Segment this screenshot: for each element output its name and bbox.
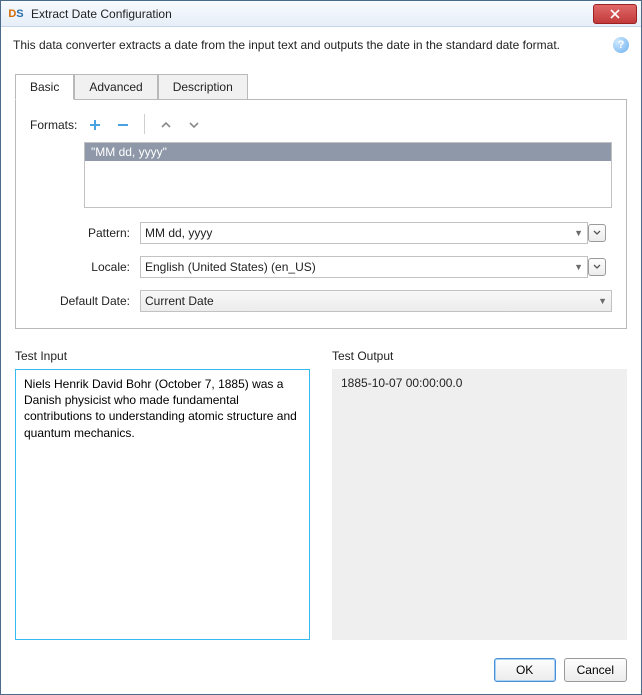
tab-body-basic: Formats: [15,99,627,329]
pattern-options-button[interactable] [588,224,606,242]
close-button[interactable] [593,4,637,24]
list-item[interactable]: "MM dd, yyyy" [85,143,611,161]
main-area: Basic Advanced Description Formats: [1,67,641,650]
test-input-textarea[interactable] [15,369,310,640]
chevron-down-icon: ▼ [598,296,607,306]
test-output-label: Test Output [332,349,627,363]
dialog-window: DS Extract Date Configuration This data … [0,0,642,695]
help-icon: ? [618,39,625,51]
window-title: Extract Date Configuration [31,7,593,21]
locale-value: English (United States) (en_US) [145,260,574,274]
dialog-button-row: OK Cancel [1,650,641,694]
default-date-value: Current Date [145,294,598,308]
formats-row: Formats: [30,114,612,136]
chevron-up-icon [160,119,172,131]
help-button[interactable]: ? [613,37,629,53]
description-text: This data converter extracts a date from… [13,38,613,52]
formats-list[interactable]: "MM dd, yyyy" [84,142,612,208]
app-icon-d: D [8,8,16,20]
app-icon: DS [7,6,25,22]
locale-combo[interactable]: English (United States) (en_US) ▼ [140,256,588,278]
tab-label: Advanced [89,80,142,94]
titlebar: DS Extract Date Configuration [1,1,641,27]
chevron-down-icon: ▼ [574,262,583,272]
move-up-button[interactable] [155,114,177,136]
chevron-down-icon: ▼ [574,228,583,238]
pattern-label: Pattern: [30,226,140,240]
plus-icon [89,119,101,131]
add-format-button[interactable] [84,114,106,136]
ok-button-label: OK [516,663,533,677]
move-down-button[interactable] [183,114,205,136]
default-date-label: Default Date: [30,294,140,308]
description-row: This data converter extracts a date from… [1,27,641,67]
tab-label: Description [173,80,233,94]
config-form: Pattern: MM dd, yyyy ▼ Locale: English (… [30,222,612,312]
test-input-panel: Test Input [15,349,310,640]
locale-label: Locale: [30,260,140,274]
chevron-down-icon [593,229,601,237]
app-icon-s: S [16,8,23,20]
default-date-combo[interactable]: Current Date ▼ [140,290,612,312]
cancel-button-label: Cancel [577,663,614,677]
cancel-button[interactable]: Cancel [564,658,627,682]
tab-label: Basic [30,80,59,94]
test-output-value: 1885-10-07 00:00:00.0 [341,376,462,390]
tab-strip: Basic Advanced Description [15,73,627,99]
test-output-box: 1885-10-07 00:00:00.0 [332,369,627,640]
tab-basic[interactable]: Basic [15,74,74,100]
locale-options-button[interactable] [588,258,606,276]
toolbar-separator [144,114,145,134]
test-input-label: Test Input [15,349,310,363]
test-row: Test Input Test Output 1885-10-07 00:00:… [15,349,627,640]
chevron-down-icon [593,263,601,271]
tab-advanced[interactable]: Advanced [74,74,157,100]
remove-format-button[interactable] [112,114,134,136]
close-icon [610,9,620,19]
ok-button[interactable]: OK [494,658,556,682]
chevron-down-icon [188,119,200,131]
formats-toolbar [84,114,205,136]
tab-description[interactable]: Description [158,74,248,100]
pattern-value: MM dd, yyyy [145,226,574,240]
minus-icon [117,119,129,131]
formats-label: Formats: [30,114,84,132]
test-output-panel: Test Output 1885-10-07 00:00:00.0 [332,349,627,640]
pattern-combo[interactable]: MM dd, yyyy ▼ [140,222,588,244]
list-item-text: "MM dd, yyyy" [91,145,167,159]
